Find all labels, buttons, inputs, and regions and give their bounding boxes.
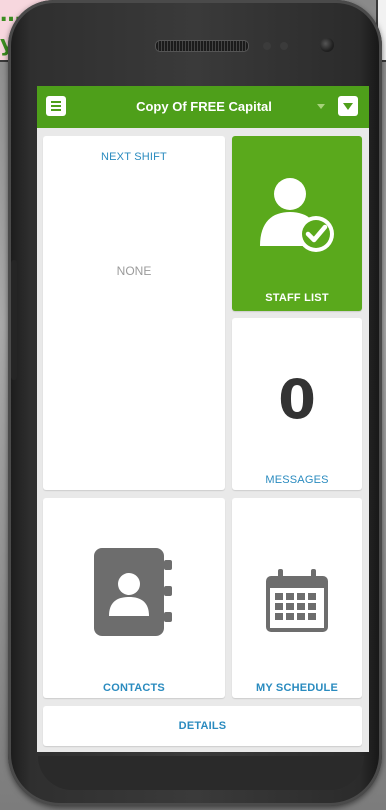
proximity-sensor [263,42,271,50]
app-bar: Copy Of FREE Capital [37,86,369,128]
staff-list-tile[interactable]: STAFF LIST [232,136,362,311]
messages-count: 0 [278,368,316,431]
user-check-icon [260,178,334,252]
details-label: DETAILS [178,720,227,732]
side-button [11,260,17,380]
app-screen: Copy Of FREE Capital NEXT SHIFT NONE STA… [37,86,369,752]
light-sensor [280,42,288,50]
next-shift-label: NEXT SHIFT [101,151,167,163]
details-button[interactable]: DETAILS [43,706,362,746]
my-schedule-tile[interactable]: MY SCHEDULE [232,498,362,698]
hamburger-icon[interactable] [46,96,66,116]
bottom-bezel [38,756,364,790]
chevron-down-icon[interactable] [338,96,358,116]
next-shift-value: NONE [116,264,152,278]
app-title[interactable]: Copy Of FREE Capital [97,86,311,128]
earpiece-speaker [155,40,249,52]
calendar-icon [266,569,328,632]
contacts-label: CONTACTS [103,682,165,694]
contacts-tile[interactable]: CONTACTS [43,498,225,698]
address-book-icon [94,548,172,636]
messages-label: MESSAGES [265,474,329,486]
my-schedule-label: MY SCHEDULE [255,682,339,694]
title-caret-icon[interactable] [317,104,325,109]
next-shift-tile[interactable]: NEXT SHIFT NONE [43,136,225,490]
front-camera [320,38,334,52]
messages-tile[interactable]: 0 MESSAGES [232,318,362,490]
staff-list-label: STAFF LIST [265,292,329,304]
